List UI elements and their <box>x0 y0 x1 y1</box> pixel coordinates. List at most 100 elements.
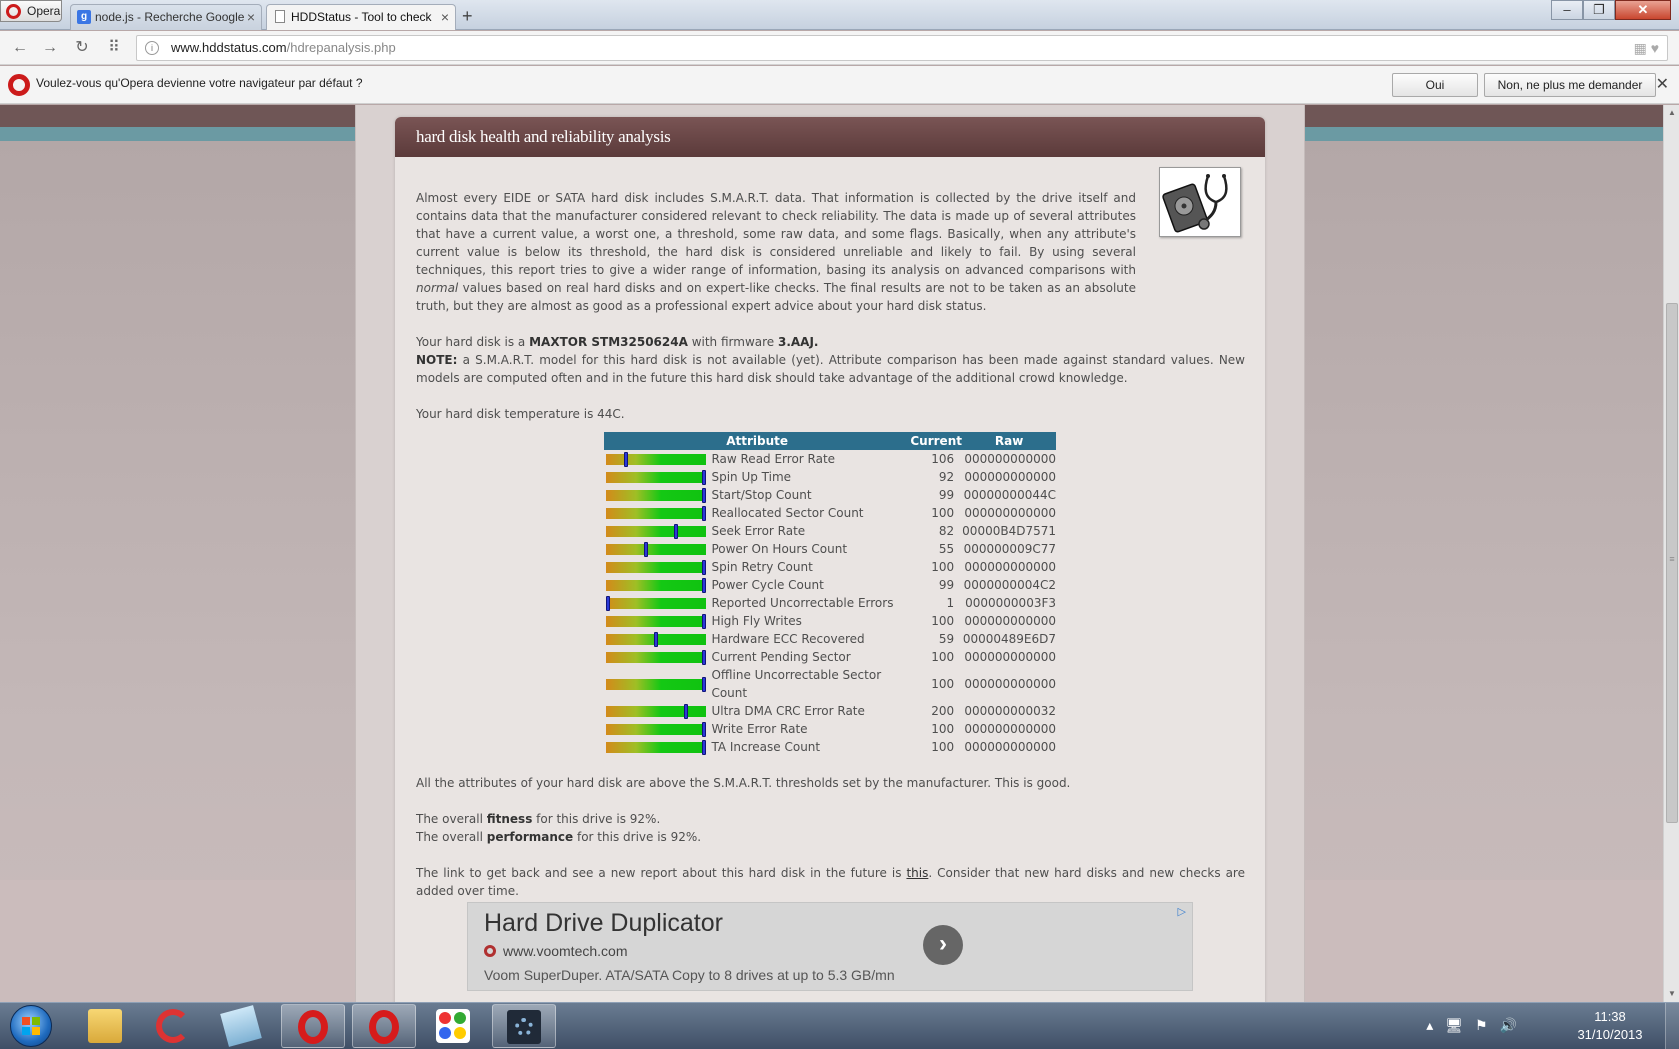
opera-icon <box>298 1010 328 1044</box>
tab-google[interactable]: g node.js - Recherche Google × <box>70 4 262 30</box>
health-marker <box>644 541 648 557</box>
health-bar-cell <box>604 720 711 738</box>
health-bar-cell <box>604 558 711 576</box>
health-marker <box>702 577 706 593</box>
table-row: Spin Up Time 92 000000000000 <box>604 468 1056 486</box>
folder-icon <box>88 1009 122 1043</box>
attribute-raw: 0000000004C2 <box>963 578 1056 592</box>
report-link-paragraph: The link to get back and see a new repor… <box>416 866 1245 898</box>
attribute-name: Hardware ECC Recovered <box>711 632 865 646</box>
table-row: Offline Uncorrectable Sector Count 100 000… <box>604 666 1056 702</box>
maximize-button[interactable]: ❐ <box>1583 0 1615 20</box>
scrollbar-thumb[interactable]: ≡ <box>1666 303 1678 823</box>
close-tab-icon[interactable]: × <box>247 5 255 29</box>
yes-button[interactable]: Oui <box>1392 73 1478 97</box>
attribute-name: Current Pending Sector <box>711 650 851 664</box>
attribute-name: Spin Retry Count <box>711 560 813 574</box>
ad-choices-icon[interactable]: ▷ <box>1178 905 1186 918</box>
opera-menu-button[interactable]: Opera <box>0 0 62 22</box>
attribute-current: 99 <box>938 578 955 592</box>
show-desktop-button[interactable] <box>1665 1003 1679 1049</box>
health-bar <box>606 451 706 467</box>
site-info-icon[interactable]: i <box>145 41 159 55</box>
start-button[interactable] <box>10 1005 52 1047</box>
system-clock[interactable]: 11:38 31/10/2013 <box>1565 1008 1655 1044</box>
attribute-raw: 000000000000 <box>964 560 1056 574</box>
taskbar-paint[interactable] <box>422 1004 486 1048</box>
taskbar-ccleaner[interactable] <box>142 1004 206 1048</box>
attribute-raw: 000000000000 <box>964 614 1056 628</box>
page-viewport: hard disk health and reliability analysi… <box>0 105 1663 1002</box>
attribute-current: 92 <box>938 470 955 484</box>
table-header-row: Attribute Current Raw <box>604 432 1056 450</box>
ad-url[interactable]: www.voomtech.com <box>503 943 627 959</box>
network-icon[interactable]: 🖥 <box>1445 1017 1475 1033</box>
taskbar-speedfan[interactable] <box>492 1004 556 1048</box>
tab-hddstatus[interactable]: HDDStatus - Tool to check × <box>266 4 456 30</box>
action-center-flag-icon[interactable]: ⚑ <box>1475 1017 1500 1033</box>
page-icon <box>275 10 285 23</box>
address-bar[interactable]: i www.hddstatus.com/hdrepanalysis.php ▦ … <box>136 35 1668 61</box>
attribute-raw: 000000000032 <box>964 704 1056 718</box>
taskbar-opera-1[interactable] <box>281 1004 345 1048</box>
attribute-raw: 000000000000 <box>964 470 1056 484</box>
speed-dial-icon[interactable]: ⠿ <box>104 38 124 58</box>
table-row: Start/Stop Count 99 00000000044C <box>604 486 1056 504</box>
close-window-button[interactable]: ✕ <box>1615 0 1671 20</box>
attribute-name: Seek Error Rate <box>711 524 806 538</box>
ad-banner[interactable]: Hard Drive Duplicator www.voomtech.com V… <box>467 902 1193 991</box>
ad-arrow-icon[interactable]: › <box>923 925 963 965</box>
smart-attributes-table: Attribute Current Raw Raw Read Error Rat… <box>604 432 1056 756</box>
attribute-current: 59 <box>938 632 955 646</box>
scroll-down-icon[interactable]: ▼ <box>1666 988 1678 1000</box>
scroll-up-icon[interactable]: ▲ <box>1666 107 1678 119</box>
table-row: Seek Error Rate 82 00000B4D7571 <box>604 522 1056 540</box>
heart-icon[interactable]: ♥ <box>1651 40 1659 56</box>
note-paragraph: NOTE: a S.M.A.R.T. model for this hard d… <box>416 353 1245 385</box>
analysis-content: Almost every EIDE or SATA hard disk incl… <box>416 189 1245 900</box>
attribute-current: 106 <box>931 452 955 466</box>
health-marker <box>654 631 658 647</box>
fitness-line: The overall fitness for this drive is 92… <box>416 812 661 826</box>
table-row: TA Increase Count 100 000000000000 <box>604 738 1056 756</box>
health-marker <box>702 649 706 665</box>
attribute-raw: 000000000000 <box>964 650 1056 664</box>
report-link[interactable]: this <box>906 866 928 880</box>
ad-title[interactable]: Hard Drive Duplicator <box>484 909 723 938</box>
reload-icon[interactable]: ↻ <box>72 38 92 58</box>
taskbar-notes[interactable] <box>210 1004 274 1048</box>
back-icon[interactable]: ← <box>10 38 30 58</box>
show-hidden-icons[interactable]: ▴ <box>1426 1017 1445 1033</box>
table-row: High Fly Writes 100 000000000000 <box>604 612 1056 630</box>
volume-icon[interactable]: 🔊 <box>1500 1017 1529 1033</box>
never-ask-button[interactable]: Non, ne plus me demander <box>1484 73 1656 97</box>
close-infobar-icon[interactable]: ✕ <box>1656 74 1669 94</box>
vertical-scrollbar[interactable]: ▲ ≡ ▼ <box>1663 105 1679 1002</box>
attribute-raw: 00000B4D7571 <box>962 524 1056 538</box>
windows-taskbar: ▴🖥⚑🔊 11:38 31/10/2013 <box>0 1002 1679 1049</box>
taskbar-opera-2[interactable] <box>352 1004 416 1048</box>
new-tab-button[interactable]: + <box>462 6 473 27</box>
attribute-current: 1 <box>946 596 955 610</box>
minimize-button[interactable]: ‒ <box>1551 0 1583 20</box>
attribute-current: 100 <box>931 740 955 754</box>
grip-icon: ≡ <box>1669 554 1675 564</box>
clock-time: 11:38 <box>1594 1009 1626 1024</box>
close-tab-icon[interactable]: × <box>441 5 449 29</box>
health-marker <box>702 676 706 692</box>
url-domain: www.hddstatus.com <box>171 40 287 55</box>
analysis-panel: hard disk health and reliability analysi… <box>395 117 1265 1002</box>
table-row: Power On Hours Count 55 000000009C77 <box>604 540 1056 558</box>
stash-icon[interactable]: ▦ <box>1634 40 1647 56</box>
panel-heading: hard disk health and reliability analysi… <box>395 117 1265 157</box>
taskbar-explorer[interactable] <box>74 1004 138 1048</box>
attribute-name: TA Increase Count <box>711 740 821 754</box>
performance-line: The overall performance for this drive i… <box>416 830 702 844</box>
attribute-header: Attribute <box>604 432 911 450</box>
health-bar-cell <box>604 594 711 612</box>
table-row: Raw Read Error Rate 106 000000000000 <box>604 450 1056 468</box>
health-bar <box>606 739 706 755</box>
table-row: Reported Uncorrectable Errors 1 0000000003… <box>604 594 1056 612</box>
health-bar <box>606 595 706 611</box>
forward-icon[interactable]: → <box>40 38 60 58</box>
